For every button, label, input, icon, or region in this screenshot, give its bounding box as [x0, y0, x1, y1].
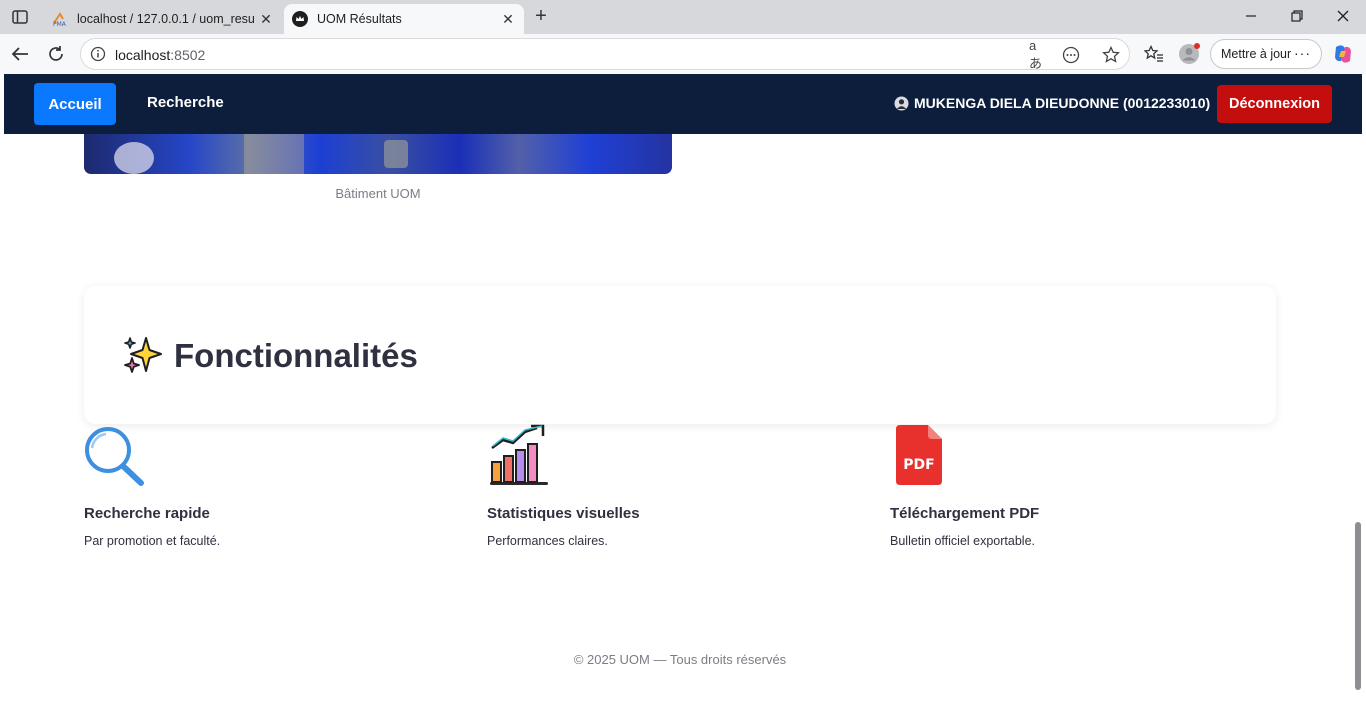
- update-browser-button[interactable]: Mettre à jour ···: [1210, 39, 1322, 69]
- close-window-icon[interactable]: [1330, 5, 1356, 27]
- browser-toolbar: localhost:8502 aあ Mettre à jour ···: [0, 34, 1366, 74]
- user-avatar-icon: [894, 96, 909, 111]
- feature-quick-search: Recherche rapide Par promotion et facult…: [84, 424, 444, 548]
- favorite-star-icon[interactable]: [1101, 45, 1121, 65]
- user-name: MUKENGA DIELA DIEUDONNE (0012233010): [914, 95, 1211, 111]
- update-label: Mettre à jour: [1221, 47, 1292, 61]
- site-info-icon[interactable]: [90, 46, 106, 62]
- page-scrollbar[interactable]: [1355, 522, 1361, 690]
- footer-copyright: © 2025 UOM — Tous droits réservés: [573, 652, 787, 667]
- new-tab-icon[interactable]: +: [530, 5, 552, 27]
- favorites-icon[interactable]: [1143, 43, 1165, 65]
- tab-title: localhost / 127.0.0.1 / uom_resultats: [77, 12, 254, 26]
- address-bar[interactable]: localhost:8502 aあ: [80, 38, 1130, 71]
- copilot-icon[interactable]: [1332, 43, 1354, 65]
- url-port: :8502: [170, 47, 206, 63]
- magnifier-icon: [84, 424, 146, 486]
- reload-icon[interactable]: [44, 42, 68, 66]
- close-tab-icon[interactable]: ✕: [258, 11, 274, 27]
- bar-chart-icon: [487, 424, 549, 486]
- tab-actions-icon[interactable]: [8, 6, 32, 28]
- restore-icon[interactable]: [1284, 5, 1310, 27]
- close-tab-icon[interactable]: ✕: [500, 11, 516, 27]
- browser-tab-bar: PMA localhost / 127.0.0.1 / uom_resultat…: [0, 0, 1366, 34]
- current-user: MUKENGA DIELA DIEUDONNE (0012233010): [894, 95, 1210, 111]
- sparkles-icon: [120, 334, 164, 378]
- features-card: Fonctionnalités: [84, 286, 1276, 424]
- profile-avatar-icon[interactable]: [1178, 43, 1200, 65]
- tab-title: UOM Résultats: [317, 12, 402, 26]
- feature-description: Bulletin officiel exportable.: [890, 534, 1035, 548]
- feature-description: Performances claires.: [487, 534, 608, 548]
- feature-visual-statistics: Statistiques visuelles Performances clai…: [487, 424, 847, 548]
- logout-button[interactable]: Déconnexion: [1217, 85, 1332, 123]
- svg-text:PMA: PMA: [53, 21, 67, 27]
- translate-icon[interactable]: aあ: [1029, 38, 1049, 71]
- feature-title: Recherche rapide: [84, 505, 210, 522]
- photo-caption: Bâtiment UOM: [335, 186, 421, 201]
- menu-dots-icon[interactable]: ···: [1294, 45, 1311, 61]
- minimize-icon[interactable]: [1238, 5, 1264, 27]
- tab-uom-resultats[interactable]: UOM Résultats ✕: [284, 4, 524, 34]
- feature-pdf-download: PDF Téléchargement PDF Bulletin officiel…: [890, 424, 1250, 548]
- pdf-icon: PDF: [890, 424, 952, 486]
- nav-home-button[interactable]: Accueil: [34, 83, 116, 125]
- features-title: Fonctionnalités: [174, 337, 418, 374]
- url-host: localhost: [115, 47, 171, 63]
- campus-photo: [84, 134, 672, 174]
- feature-title: Statistiques visuelles: [487, 505, 640, 522]
- url-text: localhost:8502: [115, 47, 205, 63]
- feature-title: Téléchargement PDF: [890, 505, 1040, 522]
- feature-description: Par promotion et faculté.: [84, 534, 221, 548]
- back-icon[interactable]: [8, 42, 32, 66]
- svg-text:PDF: PDF: [903, 457, 934, 473]
- app-navbar: Accueil Recherche MUKENGA DIELA DIEUDONN…: [4, 74, 1362, 134]
- features-heading: Fonctionnalités: [120, 334, 418, 378]
- phpmyadmin-icon: PMA: [52, 11, 68, 28]
- crown-icon: [292, 11, 308, 27]
- more-options-icon[interactable]: [1061, 45, 1081, 65]
- tab-phpmyadmin[interactable]: PMA localhost / 127.0.0.1 / uom_resultat…: [44, 4, 282, 34]
- nav-search-link[interactable]: Recherche: [147, 94, 224, 111]
